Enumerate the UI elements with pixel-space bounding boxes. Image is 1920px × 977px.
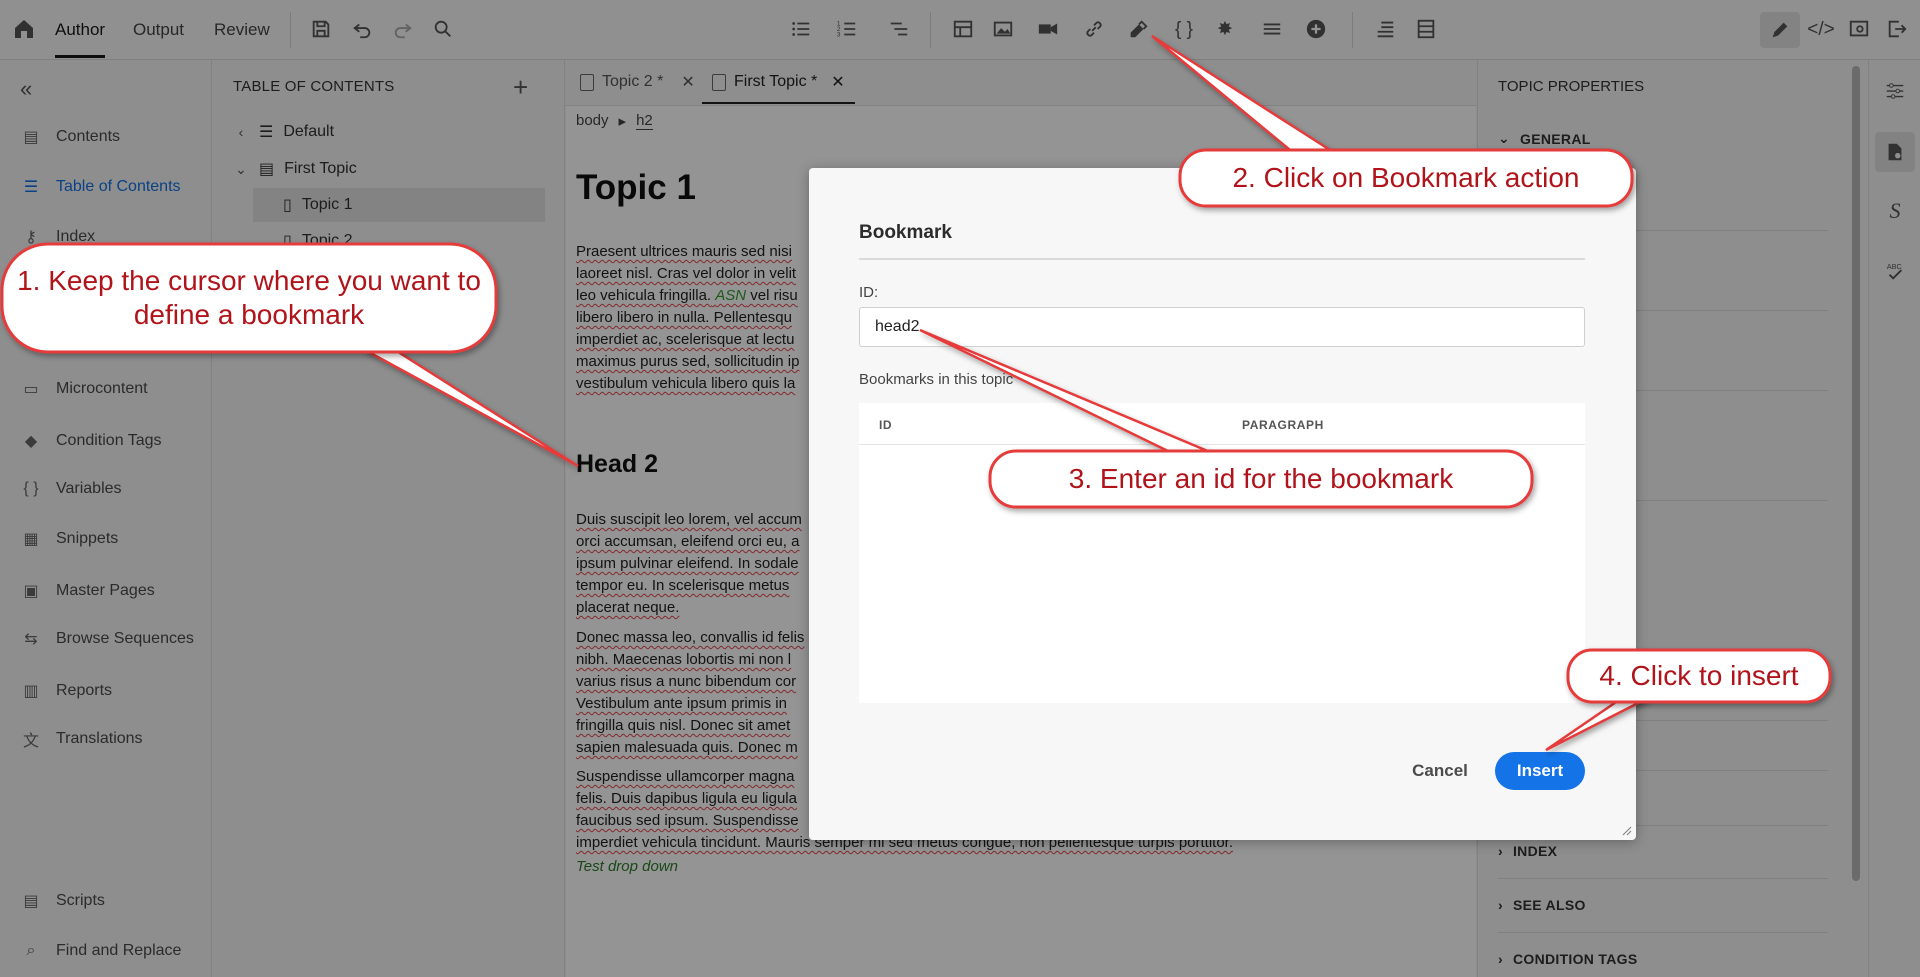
resize-grip-icon[interactable] bbox=[1620, 824, 1632, 836]
column-id[interactable]: ID bbox=[879, 418, 892, 432]
insert-button[interactable]: Insert bbox=[1495, 752, 1585, 790]
dialog-title: Bookmark bbox=[859, 222, 952, 243]
bookmark-id-input[interactable] bbox=[859, 307, 1585, 347]
cancel-button[interactable]: Cancel bbox=[1397, 752, 1483, 790]
bookmarks-list-label: Bookmarks in this topic bbox=[859, 371, 1014, 388]
callout-step-1: 1. Keep the cursor where you want to def… bbox=[17, 265, 481, 330]
bookmarks-table-header: ID PARAGRAPH bbox=[859, 403, 1585, 445]
id-label: ID: bbox=[859, 284, 879, 301]
callout-step-2: 2. Click on Bookmark action bbox=[1232, 162, 1580, 193]
column-paragraph[interactable]: PARAGRAPH bbox=[1242, 418, 1324, 432]
bookmarks-table: ID PARAGRAPH bbox=[859, 403, 1585, 703]
callout-step-3: 3. Enter an id for the bookmark bbox=[1068, 463, 1454, 494]
callout-step-4: 4. Click to insert bbox=[1599, 660, 1799, 691]
